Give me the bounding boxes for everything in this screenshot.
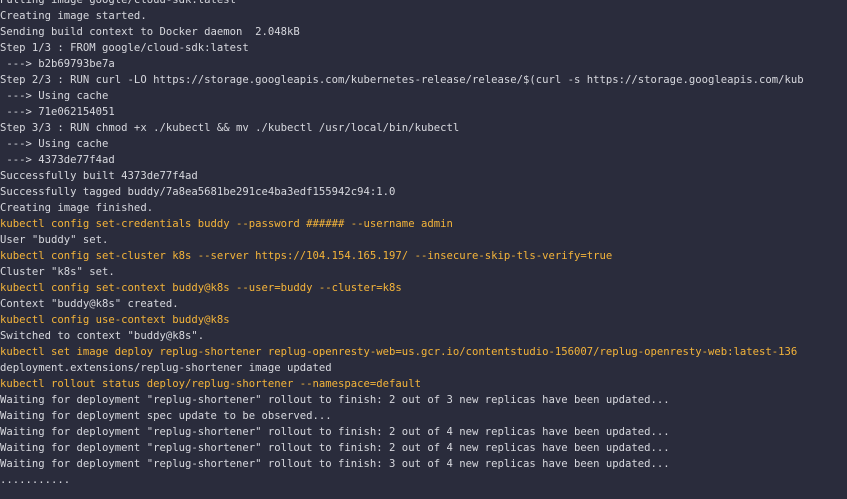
output-line: Step 1/3 : FROM google/cloud-sdk:latest (0, 42, 249, 54)
output-line: ........... (0, 474, 71, 486)
output-line: Waiting for deployment "replug-shortener… (0, 458, 670, 470)
output-line: deployment.extensions/replug-shortener i… (0, 362, 332, 374)
command-line: kubectl config use-context buddy@k8s (0, 314, 230, 326)
output-line: Waiting for deployment "replug-shortener… (0, 394, 670, 406)
output-line: Waiting for deployment "replug-shortener… (0, 426, 670, 438)
log-lines: Pulling image google/cloud-sdk:latest Cre… (0, 0, 804, 488)
output-line: Context "buddy@k8s" created. (0, 298, 179, 310)
output-line: Waiting for deployment spec update to be… (0, 410, 332, 422)
output-line: ---> 4373de77f4ad (0, 154, 115, 166)
output-line: Pulling image google/cloud-sdk:latest (0, 0, 236, 6)
output-line: Sending build context to Docker daemon 2… (0, 26, 300, 38)
output-line: ---> Using cache (0, 90, 109, 102)
output-line: Creating image finished. (0, 202, 154, 214)
command-line: kubectl config set-context buddy@k8s --u… (0, 282, 402, 294)
output-line: Step 2/3 : RUN curl -LO https://storage.… (0, 74, 804, 86)
output-line: Cluster "k8s" set. (0, 266, 115, 278)
output-line: ---> Using cache (0, 138, 109, 150)
command-line: kubectl set image deploy replug-shortene… (0, 346, 798, 358)
output-line: User "buddy" set. (0, 234, 109, 246)
command-line: kubectl rollout status deploy/replug-sho… (0, 378, 421, 390)
output-line: ---> 71e062154051 (0, 106, 115, 118)
output-line: Step 3/3 : RUN chmod +x ./kubectl && mv … (0, 122, 460, 134)
command-line: kubectl config set-credentials buddy --p… (0, 218, 453, 230)
output-line: Successfully built 4373de77f4ad (0, 170, 198, 182)
terminal-output: Pulling image google/cloud-sdk:latest Cre… (0, 0, 847, 499)
output-line: Successfully tagged buddy/7a8ea5681be291… (0, 186, 396, 198)
output-line: Creating image started. (0, 10, 147, 22)
command-line: kubectl config set-cluster k8s --server … (0, 250, 613, 262)
output-line: Switched to context "buddy@k8s". (0, 330, 205, 342)
output-line: ---> b2b69793be7a (0, 58, 115, 70)
output-line: Waiting for deployment "replug-shortener… (0, 442, 670, 454)
